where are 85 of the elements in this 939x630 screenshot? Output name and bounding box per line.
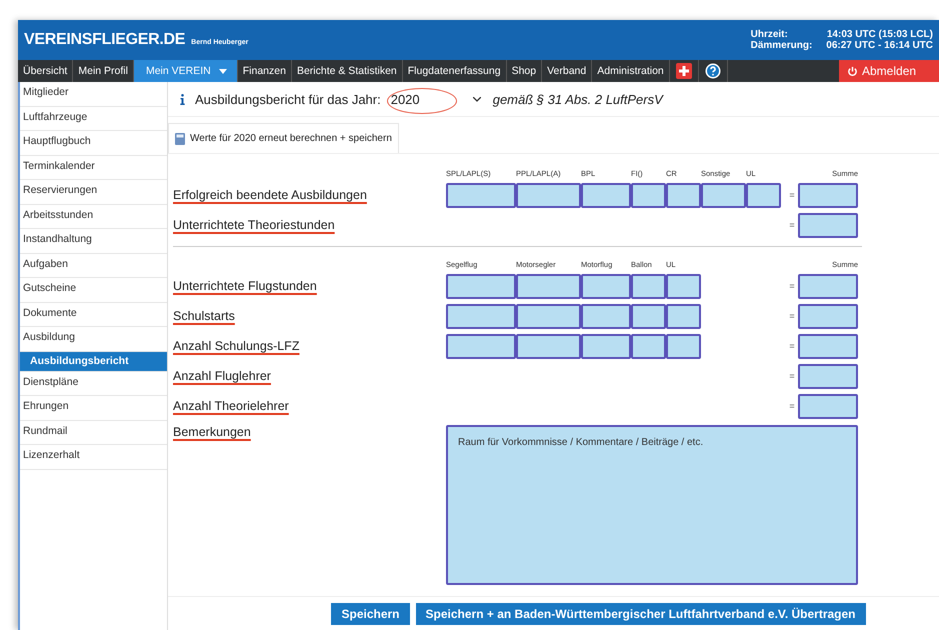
- field-label: Unterrichtete Flugstunden: [173, 279, 317, 293]
- sidebar-item[interactable]: Aufgaben: [20, 254, 167, 278]
- sum-field[interactable]: [798, 212, 858, 238]
- input-field[interactable]: [631, 334, 666, 358]
- sidebar-item[interactable]: Hauptflugbuch: [20, 131, 167, 156]
- field-label: Anzahl Fluglehrer: [173, 369, 271, 383]
- clock-label: Uhrzeit:: [750, 29, 789, 40]
- sidebar-item[interactable]: Instandhaltung: [20, 229, 167, 254]
- sum-field[interactable]: [798, 334, 858, 358]
- input-field[interactable]: [581, 334, 631, 358]
- input-field[interactable]: [446, 334, 516, 358]
- input-field[interactable]: [446, 182, 516, 208]
- input-field[interactable]: [581, 274, 631, 298]
- input-field[interactable]: [446, 274, 516, 298]
- sum-field[interactable]: [798, 394, 858, 418]
- sidebar-item[interactable]: Mitglieder: [20, 82, 167, 106]
- power-icon: [847, 66, 858, 76]
- field-label: Bemerkungen: [173, 425, 251, 439]
- sidebar-item[interactable]: Dienstpläne: [20, 372, 167, 396]
- clock-label: Dämmerung:: [750, 40, 812, 51]
- sidebar-item[interactable]: Terminkalender: [20, 156, 167, 180]
- sum-field[interactable]: [798, 364, 858, 388]
- sidebar-item[interactable]: Ehrungen: [20, 396, 167, 420]
- equals-sign: =: [788, 190, 796, 200]
- clock-value: 06:27 UTC - 16:14 UTC: [826, 40, 933, 51]
- sidebar-item[interactable]: Dokumente: [20, 302, 167, 327]
- sum-field[interactable]: [798, 304, 858, 328]
- input-field[interactable]: [516, 182, 581, 208]
- nav-tab[interactable]: Übersicht: [18, 60, 74, 82]
- nav-tab[interactable]: Mein VEREIN: [134, 60, 238, 82]
- input-field[interactable]: [666, 274, 701, 298]
- save-button[interactable]: Speichern: [331, 602, 410, 624]
- field-label: Anzahl Schulungs-LFZ: [173, 339, 300, 353]
- sum-field[interactable]: [798, 182, 858, 208]
- field-label: Anzahl Theorielehrer: [173, 399, 289, 413]
- save-and-submit-button[interactable]: Speichern + an Baden-Württembergischer Luftfahrtverband e.V. Übertragen: [416, 602, 866, 624]
- info-icon: [180, 94, 185, 104]
- input-field[interactable]: [631, 304, 666, 328]
- highlight-ellipse: [387, 88, 457, 114]
- equals-sign: =: [788, 401, 796, 411]
- equals-sign: =: [788, 311, 796, 321]
- sidebar-item[interactable]: Gutscheine: [20, 278, 167, 302]
- input-field[interactable]: [446, 304, 516, 328]
- sidebar-item[interactable]: Luftfahrzeuge: [20, 106, 167, 131]
- input-field[interactable]: [581, 182, 631, 208]
- input-field[interactable]: [516, 334, 581, 358]
- sidebar-item[interactable]: Reservierungen: [20, 180, 167, 204]
- nav-tab[interactable]: Administration: [592, 60, 670, 82]
- input-field[interactable]: [666, 304, 701, 328]
- clock-value: 14:03 UTC (15:03 LCL): [826, 29, 933, 40]
- nav-tab[interactable]: Verband: [542, 60, 592, 82]
- input-field[interactable]: [581, 304, 631, 328]
- input-field[interactable]: [516, 274, 581, 298]
- input-field[interactable]: [701, 182, 746, 208]
- chevron-icon: [472, 96, 481, 102]
- sidebar-item[interactable]: Lizenzerhalt: [20, 445, 167, 470]
- input-field[interactable]: [631, 182, 666, 208]
- input-field[interactable]: [516, 304, 581, 328]
- site-logo[interactable]: VEREINSFLIEGER.DE: [24, 31, 186, 49]
- input-field[interactable]: [746, 182, 781, 208]
- input-field[interactable]: [666, 182, 701, 208]
- equals-sign: =: [788, 341, 796, 351]
- equals-sign: =: [788, 371, 796, 381]
- calculator-icon: [175, 132, 185, 144]
- recalculate-button[interactable]: Werte für 2020 erneut berechnen + speichern: [168, 123, 399, 153]
- field-label: Schulstarts: [173, 309, 235, 323]
- input-field[interactable]: [666, 334, 701, 358]
- sum-field[interactable]: [798, 274, 858, 298]
- legal-reference: gemäß § 31 Abs. 2 LuftPersV: [492, 92, 663, 106]
- logout-button[interactable]: Abmelden: [839, 60, 939, 82]
- field-label: Unterrichtete Theoriestunden: [173, 218, 335, 232]
- sidebar-item[interactable]: Arbeitsstunden: [20, 204, 167, 229]
- equals-sign: =: [788, 220, 796, 230]
- sidebar-item[interactable]: Ausbildungsbericht: [20, 352, 167, 372]
- nav-tab[interactable]: Berichte & Statistiken: [292, 60, 403, 82]
- nav-tab[interactable]: Finanzen: [238, 60, 292, 82]
- report-title: Ausbildungsbericht für das Jahr:: [195, 92, 381, 106]
- nav-tab[interactable]: Flugdatenerfassung: [402, 60, 507, 82]
- nav-tab[interactable]: Shop: [506, 60, 542, 82]
- field-label: Erfolgreich beendete Ausbildungen: [173, 188, 367, 202]
- equals-sign: =: [788, 281, 796, 291]
- remarks-field[interactable]: Raum für Vorkommnisse / Kommentare / Beiträge / etc.: [446, 425, 858, 585]
- sidebar-item[interactable]: Rundmail: [20, 420, 167, 445]
- year-select[interactable]: 2020: [386, 92, 485, 106]
- input-field[interactable]: [631, 274, 666, 298]
